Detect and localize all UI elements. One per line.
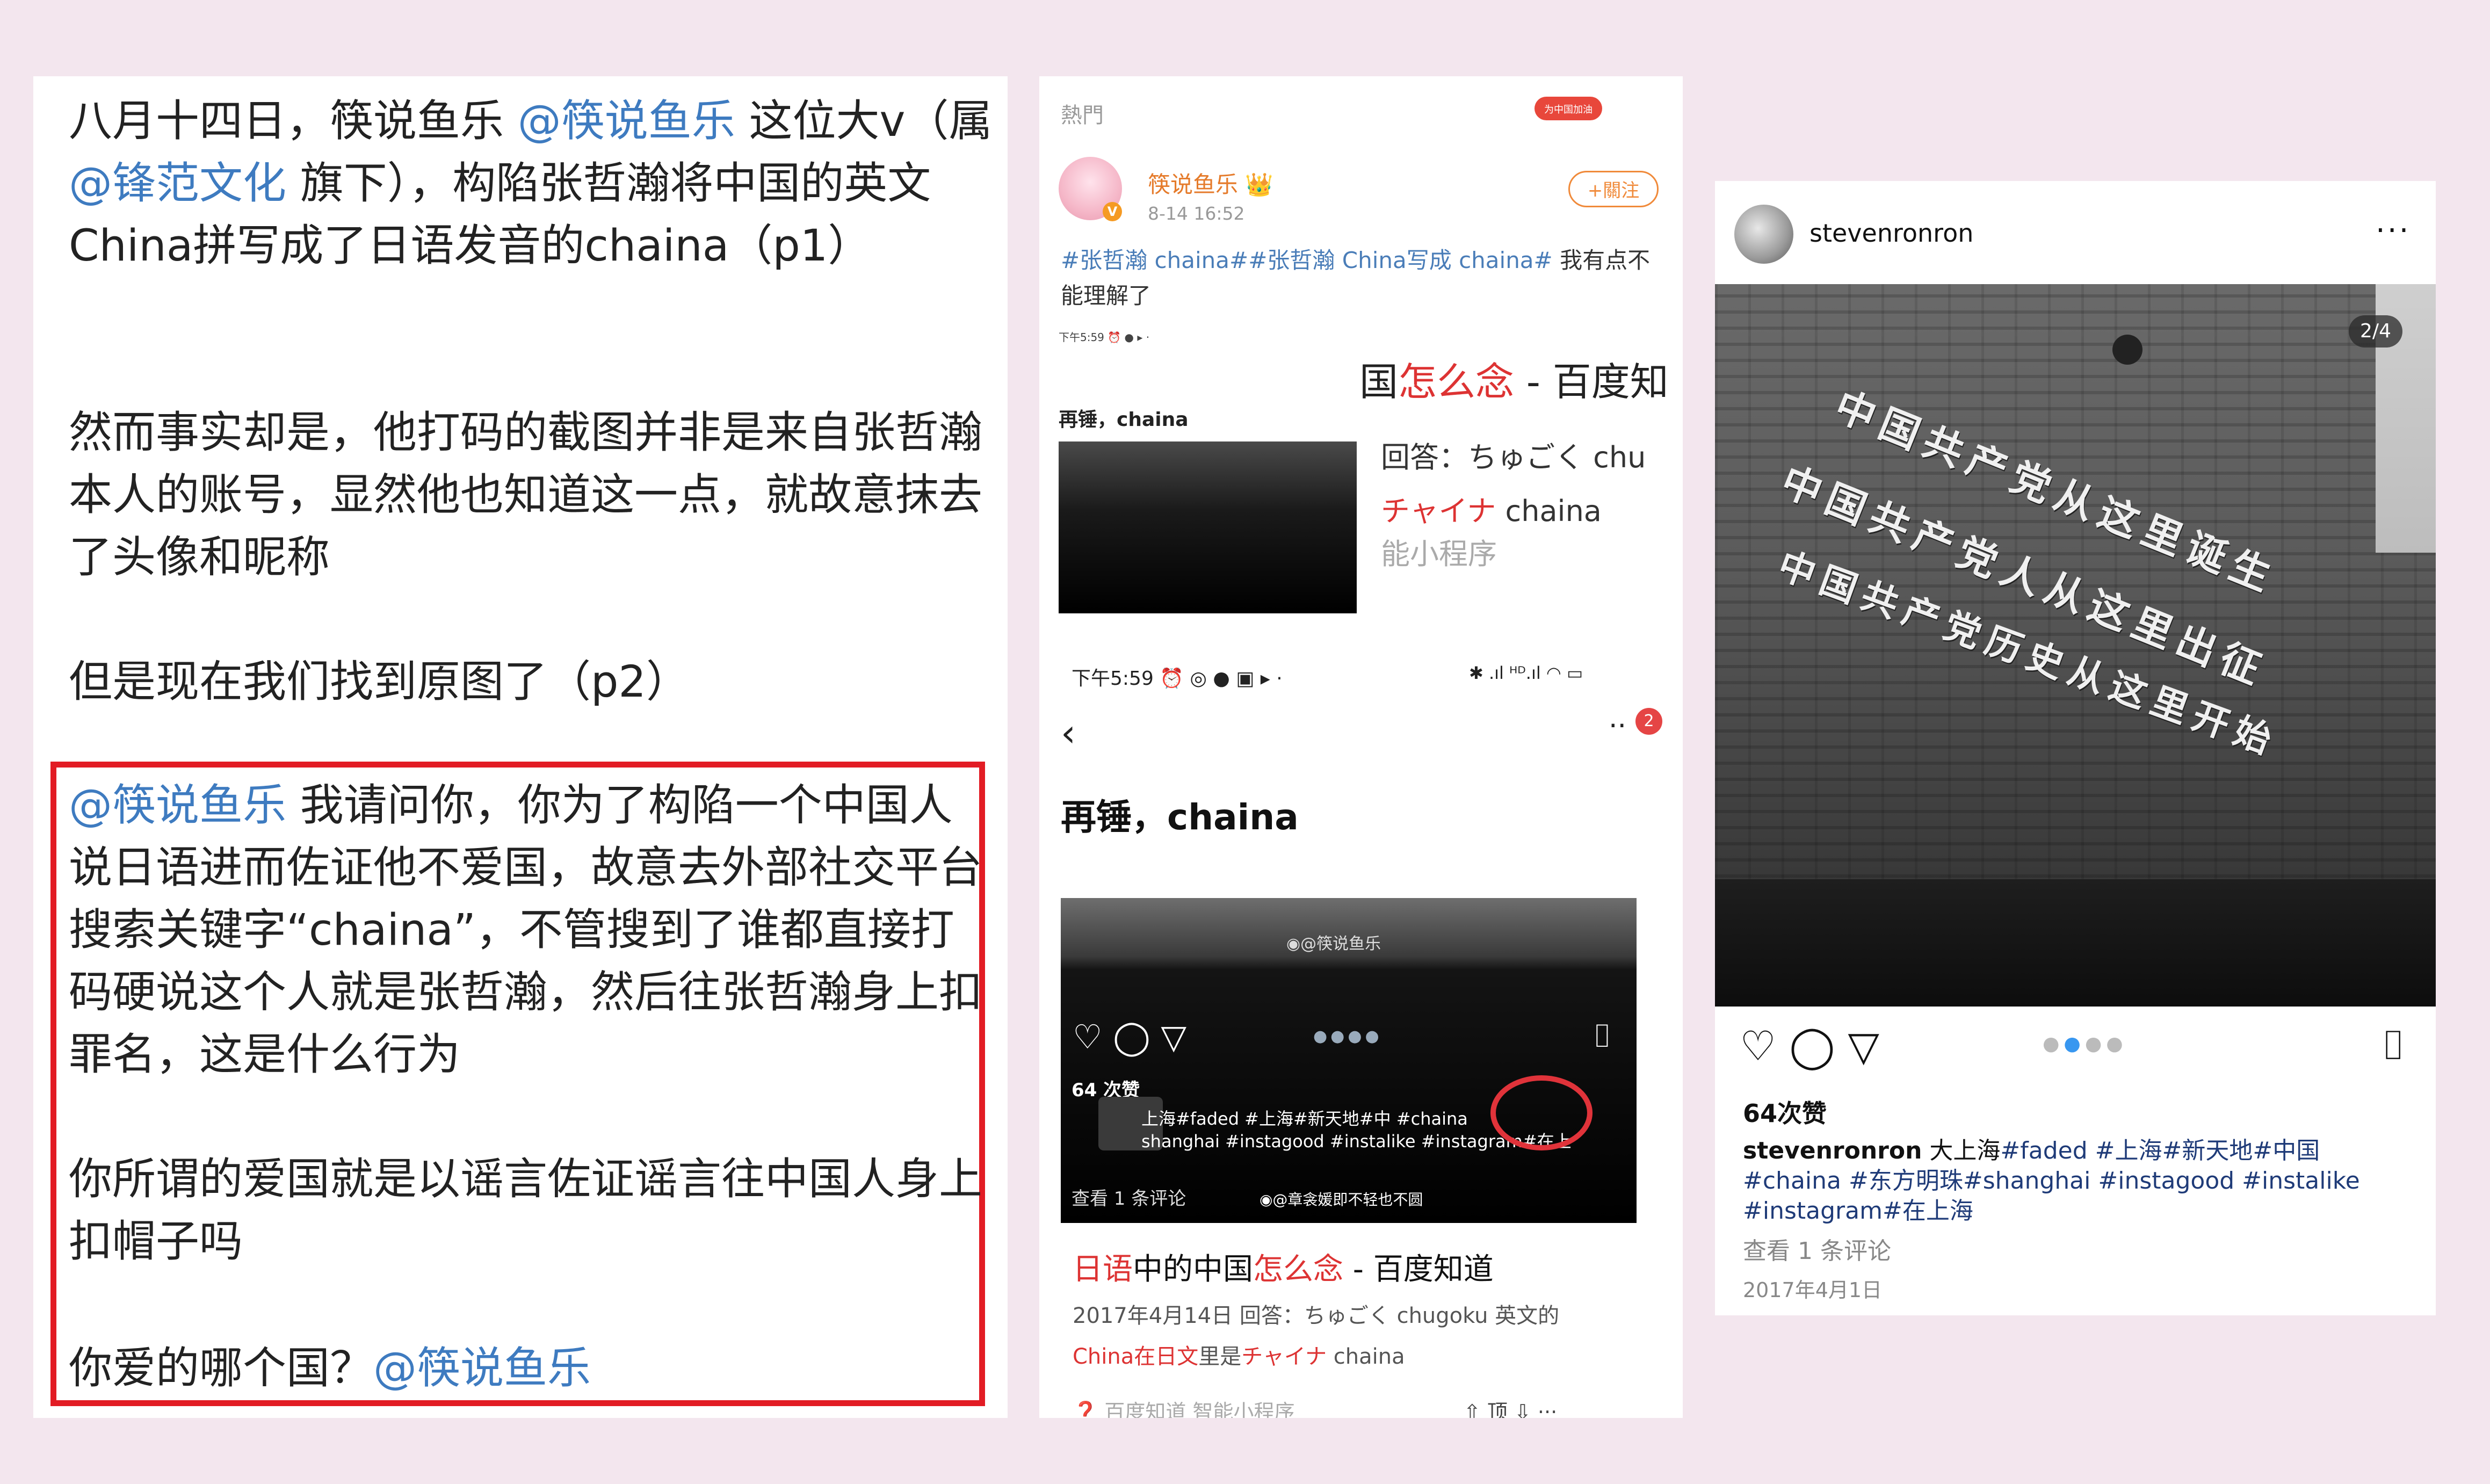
paragraph-fact: 然而事实却是，他打码的截图并非是来自张哲瀚本人的账号，显然他也知道这一点，就故意… — [69, 408, 983, 583]
post-caption: stevenronron 大上海#faded #上海#新天地#中国 #chain… — [1743, 1137, 2360, 1225]
post-text: #张哲瀚 chaina##张哲瀚 China写成 chaina# 我有点不能理解… — [1061, 247, 1651, 309]
mention-kuaishuoyule-3[interactable]: @筷说鱼乐 — [373, 1343, 591, 1394]
para1-text-b: 这位大v（属 — [735, 96, 993, 147]
embedded-screenshot[interactable]: 下午5:59 ⏰ ● ▸ · 国怎么念 - 百度知 再锤，chaina 回答：ち… — [1059, 329, 1671, 613]
hashtag-link[interactable]: #张哲瀚 chaina##张哲瀚 China写成 chaina# — [1061, 247, 1553, 273]
heart-icon[interactable]: ♡ — [1740, 1022, 1776, 1070]
like-comment-share-icons: ♡ ◯ ▽ — [1073, 1017, 1187, 1056]
hot-label: 熱門 — [1061, 103, 1104, 128]
notification-badge: 2 — [1635, 708, 1662, 735]
round-window — [2112, 335, 2142, 365]
mini-baidu-title: 国怎么念 - 百度知 — [1359, 359, 1669, 404]
cheer-china-logo: 为中国加油 — [1534, 97, 1602, 120]
mention-fengfanwenhua[interactable]: @锋范文化 — [69, 158, 286, 209]
watermark: ◉@筷说鱼乐 — [1286, 935, 1381, 953]
instagram-username[interactable]: stevenronron — [1809, 219, 1973, 248]
mention-kuaishuoyule-2[interactable]: @筷说鱼乐 — [69, 780, 286, 831]
mini-program-label: 能小程序 — [1381, 537, 1497, 571]
carousel-dots: ●●●● — [1313, 1027, 1382, 1046]
left-text-panel: 八月十四日，筷说鱼乐 @筷说鱼乐 这位大v（属@锋范文化 旗下），构陷张哲瀚将中… — [33, 76, 1008, 1418]
share-icon[interactable]: ▽ — [1848, 1022, 1879, 1070]
comment-icon[interactable]: ◯ — [1789, 1022, 1835, 1070]
weibo-username[interactable]: 筷说鱼乐 👑 — [1148, 167, 1273, 199]
baidu-result-title[interactable]: 日语中的中国怎么念 - 百度知道 — [1073, 1245, 1494, 1288]
crown-icon: 👑 — [1245, 171, 1273, 198]
more-menu-icon[interactable]: ·· — [1609, 710, 1626, 742]
weibo-post-panel: 熱門 为中国加油 V 筷说鱼乐 👑 8-14 16:52 +關注 #张哲瀚 ch… — [1039, 76, 1683, 1418]
baidu-source: ❓ 百度知道 智能小程序 — [1073, 1395, 1295, 1418]
which-country-text: 你爱的哪个国？ — [69, 1343, 374, 1394]
back-arrow-icon[interactable]: ‹ — [1061, 711, 1076, 755]
mini-status-bar: 下午5:59 ⏰ ● ▸ · — [1059, 331, 1150, 344]
paragraph-patriotism: 你所谓的爱国就是以谣言佐证谣言往中国人身上扣帽子吗 — [69, 1154, 983, 1267]
phone-status-bar: 下午5:59 ⏰ ◎ ● ▣ ▸ · — [1072, 668, 1283, 690]
phone-status-icons: ✱ .ıl ᴴᴰ.ıl ◠ ▭ — [1469, 663, 1583, 683]
red-circle-annotation — [1490, 1075, 1593, 1150]
watermark-2: ◉@章衾媛即不轻也不圆 — [1260, 1191, 1423, 1208]
more-options-icon[interactable]: ··· — [2376, 213, 2411, 248]
help-icon: ❓ — [1073, 1400, 1105, 1418]
post-actions[interactable]: ♡ ◯ ▽ — [1740, 1022, 1879, 1070]
paragraph-accusation: 八月十四日，筷说鱼乐 @筷说鱼乐 这位大v（属@锋范文化 旗下），构陷张哲瀚将中… — [69, 90, 993, 277]
paragraph-found-original: 但是现在我们找到原图了（p2） — [69, 657, 690, 707]
mini-heading: 再锤，chaina — [1059, 409, 1189, 431]
post-time: 8-14 16:52 — [1148, 203, 1245, 224]
bookmark-icon: ⌷ — [1593, 1017, 1612, 1055]
instagram-post-panel: stevenronron ··· 中国共产党从这里诞生 中国共产党人从这里出征 … — [1715, 181, 2436, 1315]
avatar[interactable] — [1734, 205, 1793, 264]
verified-badge-icon: V — [1103, 202, 1122, 221]
baidu-result-snippet: 2017年4月14日 回答：ちゅごく chugoku 英文的 China在日文里… — [1073, 1304, 1560, 1369]
carousel-dots: ●●●● — [2043, 1033, 2127, 1055]
paragraph-which-country: 你爱的哪个国？@筷说鱼乐 — [69, 1337, 993, 1400]
view-comments-link[interactable]: 查看 1 条评论 — [1743, 1232, 1891, 1266]
post-title: 再锤，chaina — [1061, 797, 1299, 838]
foreground-roof — [1715, 879, 2436, 1007]
bookmark-icon[interactable]: ⌷ — [2381, 1021, 2406, 1070]
view-comments: 查看 1 条评论 — [1072, 1188, 1186, 1210]
follow-button[interactable]: +關注 — [1568, 171, 1659, 207]
photo-counter: 2/4 — [2349, 315, 2402, 348]
mini-answer: 回答：ちゅごく chu チャイナ chaina — [1381, 440, 1646, 528]
caption-username[interactable]: stevenronron — [1743, 1137, 1922, 1164]
mini-photo — [1059, 441, 1357, 613]
mention-kuaishuoyule[interactable]: @筷说鱼乐 — [518, 96, 735, 147]
post-date: 2017年4月1日 — [1743, 1278, 1883, 1302]
vote-controls[interactable]: ⇧ 顶 ⇩ ··· — [1464, 1395, 1557, 1418]
svg-text:为中国加油: 为中国加油 — [1544, 104, 1593, 115]
paragraph-question: @筷说鱼乐 我请问你，你为了构陷一个中国人说日语进而佐证他不爱国，故意去外部社交… — [69, 774, 993, 1086]
para1-text-a: 八月十四日，筷说鱼乐 — [69, 96, 518, 147]
likes-count[interactable]: 64次赞 — [1743, 1094, 1827, 1130]
